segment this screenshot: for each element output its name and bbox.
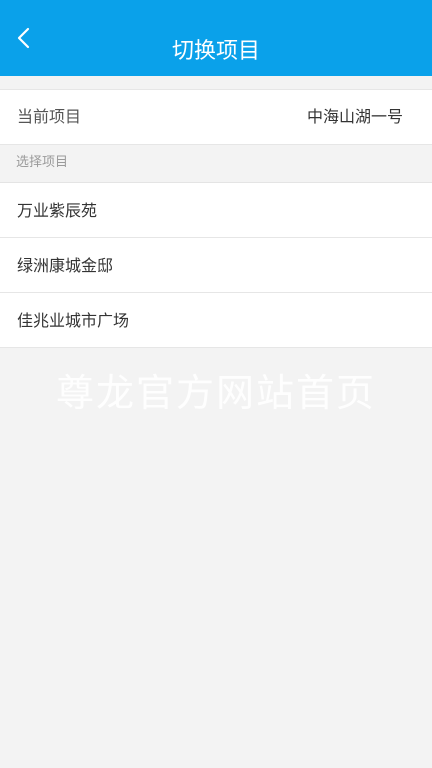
project-item[interactable]: 绿洲康城金邸 xyxy=(0,238,432,293)
project-list: 万业紫辰苑 绿洲康城金邸 佳兆业城市广场 xyxy=(0,182,432,348)
page-title: 切换项目 xyxy=(171,39,260,64)
current-project-row: 当前项目 中海山湖一号 xyxy=(0,89,432,145)
chevron-left-icon xyxy=(17,27,30,49)
project-item[interactable]: 万业紫辰苑 xyxy=(0,183,432,238)
project-item[interactable]: 佳兆业城市广场 xyxy=(0,293,432,348)
app-header: 切换项目 xyxy=(0,0,432,76)
current-project-value: 中海山湖一号 xyxy=(306,107,403,126)
current-project-label: 当前项目 xyxy=(17,107,82,126)
watermark: 尊龙官方网站首页 xyxy=(55,371,376,415)
select-project-section-label: 选择项目 xyxy=(16,155,69,170)
back-button[interactable] xyxy=(6,20,42,56)
